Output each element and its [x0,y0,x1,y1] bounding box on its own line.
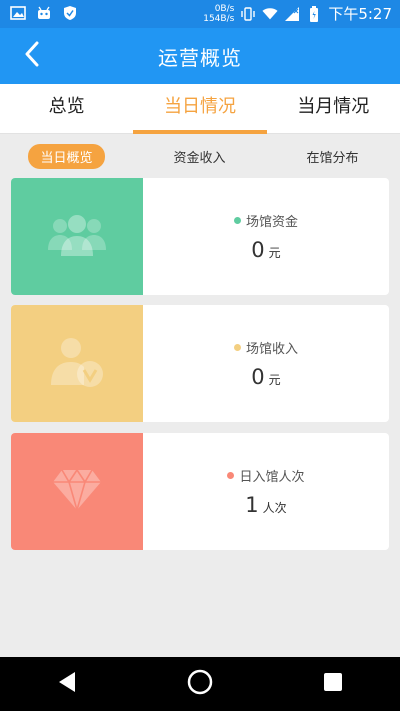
card-value: 0 [251,238,265,262]
subtab-venue-distribution[interactable]: 在馆分布 [266,144,399,169]
image-notification-icon [10,5,26,21]
card-value: 0 [251,365,265,389]
nav-home-button[interactable] [180,664,220,704]
tab-this-month[interactable]: 当月情况 [267,84,400,133]
app-bar: 运营概览 [0,28,400,84]
shield-notification-icon [62,5,78,21]
stat-card-venue-funds[interactable]: 场馆资金 0 元 [11,178,389,295]
card-label-text: 场馆资金 [245,215,298,230]
stat-card-daily-visits[interactable]: 日入馆人次 1 人次 [11,433,389,550]
main-tabs: 总览 当日情况 当月情况 [0,84,400,134]
nav-recents-button[interactable] [313,664,353,704]
page-title: 运营概览 [158,46,242,70]
stat-card-venue-income[interactable]: 场馆收入 0 元 [11,305,389,422]
card-unit: 元 [268,373,281,387]
triangle-back-icon [57,671,77,697]
card-info: 日入馆人次 1 人次 [143,433,389,550]
users-group-icon [46,212,108,262]
card-unit: 元 [268,246,281,260]
status-bar: 0B/s 154B/s 下午5:27 [0,0,400,28]
system-nav-bar [0,657,400,711]
card-unit: 人次 [262,501,287,515]
vibrate-icon [240,6,256,22]
card-value: 1 [245,493,259,517]
subtab-label: 资金收入 [173,150,226,166]
card-label: 场馆资金 [233,211,298,230]
signal-icon [284,6,300,22]
wifi-icon [262,6,278,22]
card-label-text: 场馆收入 [245,342,298,357]
clock: 下午5:27 [328,5,392,23]
network-speed: 0B/s 154B/s [203,3,235,24]
battery-icon [306,5,322,22]
subtab-fund-income[interactable]: 资金收入 [133,144,266,169]
subtab-daily-overview[interactable]: 当日概览 [0,143,133,169]
legend-dot [227,472,235,479]
card-swatch [11,433,143,550]
card-swatch [11,178,143,295]
user-badge-icon [49,335,105,393]
subtab-label: 在馆分布 [306,150,359,166]
sub-tabs: 当日概览 资金收入 在馆分布 [0,142,400,170]
card-value-row: 0 元 [251,365,280,389]
subtab-label: 当日概览 [28,143,105,169]
card-info: 场馆收入 0 元 [143,305,389,422]
diamond-icon [52,468,102,516]
card-value-row: 0 元 [251,238,280,262]
legend-dot [233,344,241,351]
legend-dot [233,217,241,224]
card-label-text: 日入馆人次 [239,470,305,485]
android-notification-icon [36,5,52,21]
card-label: 日入馆人次 [227,466,305,485]
card-label: 场馆收入 [233,338,298,357]
circle-home-icon [187,669,213,699]
tab-overview[interactable]: 总览 [0,84,133,133]
card-swatch [11,305,143,422]
card-info: 场馆资金 0 元 [143,178,389,295]
tab-today[interactable]: 当日情况 [133,84,267,134]
card-value-row: 1 人次 [245,493,286,517]
nav-back-button[interactable] [47,664,87,704]
square-recents-icon [323,672,343,696]
